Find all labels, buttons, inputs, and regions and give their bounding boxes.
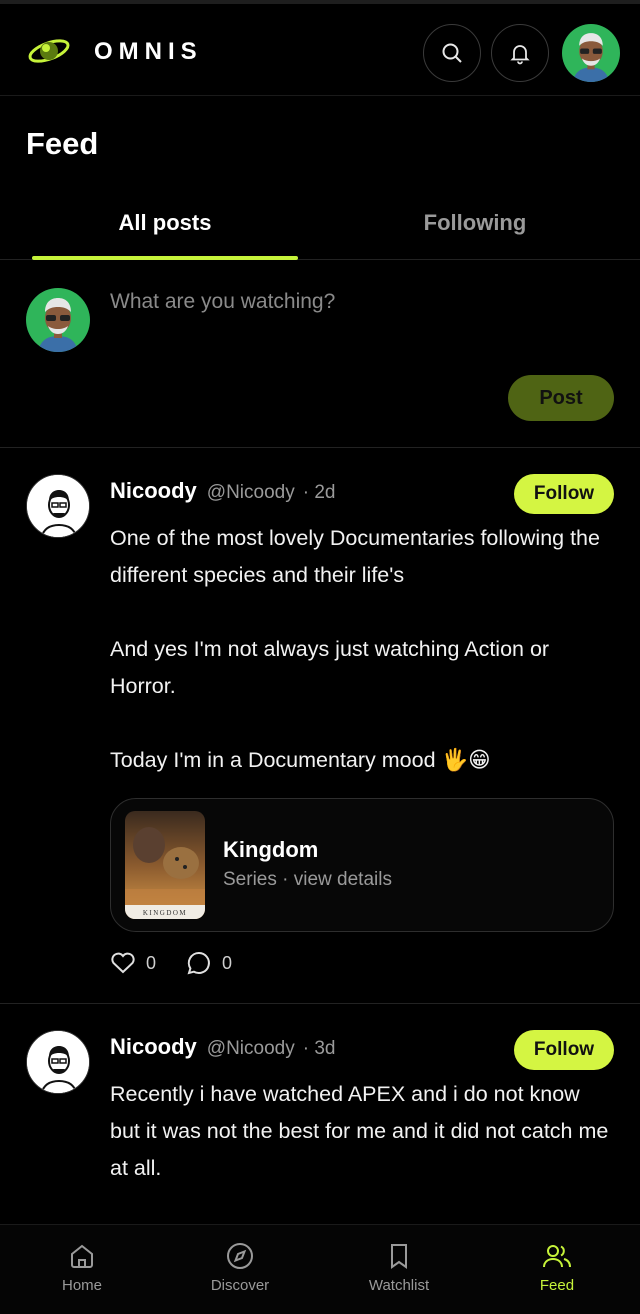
author-name[interactable]: Nicoody — [110, 1034, 197, 1060]
post-age: · 3d — [302, 1038, 336, 1059]
media-title: Kingdom — [223, 837, 319, 862]
follow-button[interactable]: Follow — [514, 474, 614, 514]
comment-button[interactable]: 0 — [186, 950, 232, 976]
poster-title: KINGDOM — [143, 909, 187, 917]
bell-icon — [510, 45, 530, 65]
top-bar: OMNIS — [0, 0, 640, 96]
nav-discover-label: Discover — [210, 1277, 270, 1294]
feed-post: Nicoody @Nicoody · 3d Follow Recently i … — [0, 1004, 640, 1224]
post-button[interactable]: Post — [508, 375, 614, 421]
post-paragraph: One of the most lovely Documentaries fol… — [110, 526, 600, 587]
home-icon — [71, 1244, 93, 1268]
omnis-logo-icon[interactable] — [26, 30, 72, 72]
author-handle[interactable]: @Nicoody — [207, 482, 295, 504]
nav-home-label: Home — [61, 1277, 102, 1294]
poster-image: KINGDOM — [125, 811, 205, 919]
post-actions: 0 0 — [110, 950, 262, 976]
post-age: · 2d — [302, 482, 336, 503]
author-avatar[interactable] — [26, 1030, 90, 1094]
tab-all-posts[interactable]: All posts — [32, 210, 298, 236]
notifications-button[interactable] — [491, 24, 549, 82]
comment-icon — [187, 951, 210, 975]
post-paragraph: Today I'm in a Documentary mood 🖐😁 — [110, 748, 491, 772]
tab-following[interactable]: Following — [330, 210, 620, 236]
nav-feed[interactable]: Feed — [497, 1241, 617, 1294]
author-handle[interactable]: @Nicoody — [207, 1038, 295, 1060]
compass-icon — [227, 1243, 253, 1269]
post-body: Recently i have watched APEX and i do no… — [110, 1076, 610, 1187]
author-avatar[interactable] — [26, 474, 90, 538]
media-subtitle[interactable]: Series · view details — [223, 869, 392, 891]
post-body: One of the most lovely Documentaries fol… — [110, 520, 610, 779]
page-title: Feed — [26, 126, 99, 161]
like-button[interactable]: 0 — [110, 951, 156, 975]
comment-count: 0 — [222, 952, 233, 973]
feed-post: Nicoody @Nicoody · 2d Follow One of the … — [0, 448, 640, 1004]
author-name[interactable]: Nicoody — [110, 478, 197, 504]
post-header: Nicoody @Nicoody · 2d — [110, 478, 335, 504]
heart-icon — [111, 952, 135, 974]
feed-tabs: All posts Following — [0, 190, 640, 260]
nav-home[interactable]: Home — [22, 1241, 142, 1294]
post-composer: What are you watching? Post — [0, 260, 640, 448]
search-icon — [442, 43, 462, 63]
users-icon — [543, 1245, 571, 1268]
post-header: Nicoody @Nicoody · 3d — [110, 1034, 335, 1060]
composer-input[interactable]: What are you watching? — [110, 290, 335, 314]
nav-watchlist-label: Watchlist — [368, 1277, 430, 1294]
nav-feed-label: Feed — [539, 1277, 575, 1294]
post-paragraph: And yes I'm not always just watching Act… — [110, 637, 550, 698]
profile-avatar[interactable] — [562, 24, 620, 82]
brand-name: OMNIS — [94, 38, 203, 65]
media-card[interactable]: KINGDOM Kingdom Series · view details — [110, 798, 614, 932]
bottom-navigation: Home Discover Watchlist Feed — [0, 1224, 640, 1314]
follow-button[interactable]: Follow — [514, 1030, 614, 1070]
nav-discover[interactable]: Discover — [180, 1241, 300, 1294]
bookmark-icon — [391, 1244, 407, 1269]
composer-avatar — [26, 288, 90, 352]
post-paragraph: Recently i have watched APEX and i do no… — [110, 1082, 609, 1180]
search-button[interactable] — [423, 24, 481, 82]
nav-watchlist[interactable]: Watchlist — [339, 1241, 459, 1294]
like-count: 0 — [146, 952, 157, 973]
